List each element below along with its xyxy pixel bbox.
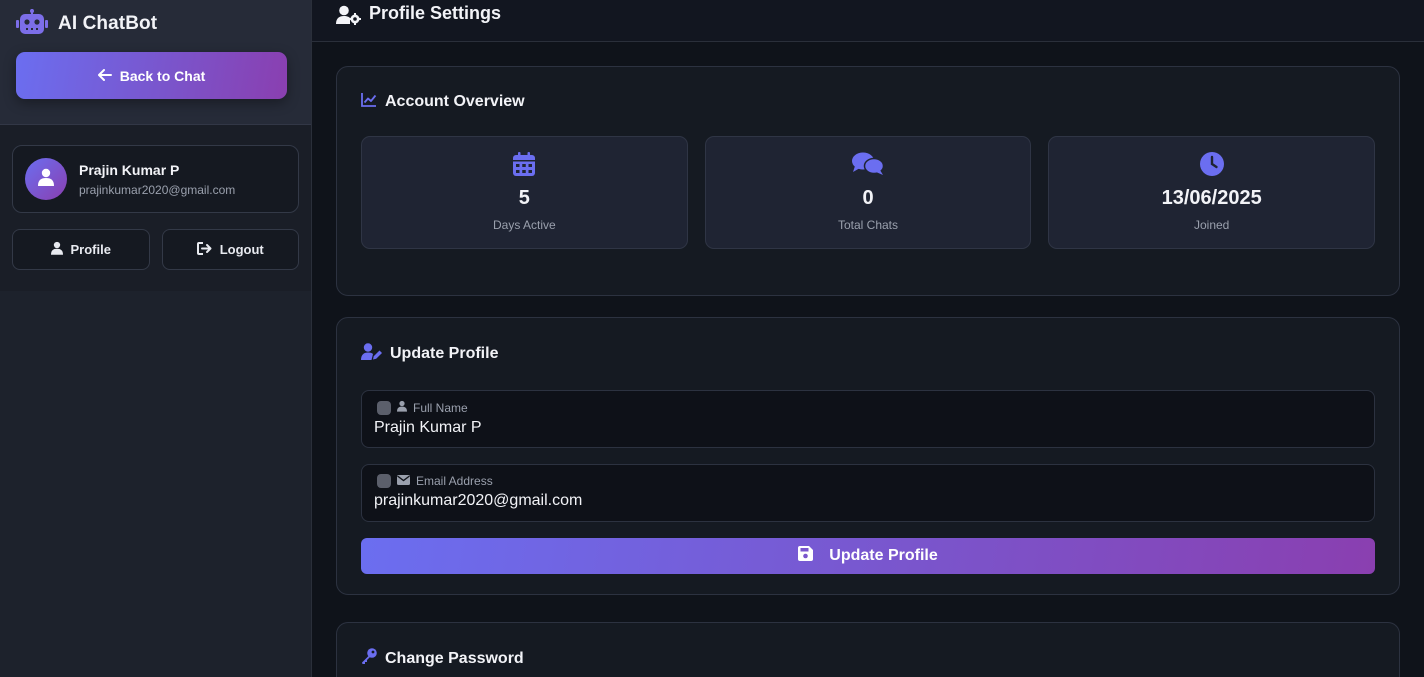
chart-line-icon [361, 92, 377, 112]
envelope-icon [397, 474, 410, 488]
sidebar-actions: Profile Logout [12, 229, 299, 270]
full-name-label-text: Full Name [413, 400, 468, 415]
user-gear-icon [336, 5, 361, 30]
email-input[interactable]: prajinkumar2020@gmail.com [374, 492, 1362, 510]
update-profile-button-label: Update Profile [829, 547, 938, 564]
field-indicator [377, 400, 391, 415]
field-indicator [377, 474, 391, 488]
user-name: Prajin Kumar P [79, 161, 180, 178]
back-to-chat-label: Back to Chat [119, 67, 206, 84]
full-name-label: Full Name [374, 400, 1362, 415]
logout-button[interactable]: Logout [161, 229, 299, 270]
avatar [25, 158, 67, 200]
stat-total-chats: 0 Total Chats [704, 136, 1032, 249]
sidebar-header: AI ChatBot Back to Chat [0, 0, 311, 125]
clock-icon [1199, 152, 1224, 181]
app-root: AI ChatBot Back to Chat Prajin Kumar P p… [0, 0, 1424, 677]
stat-label: Total Chats [837, 218, 899, 232]
robot-icon [16, 8, 48, 40]
user-icon [38, 168, 54, 191]
email-label: Email Address [374, 474, 1362, 488]
user-card: Prajin Kumar P prajinkumar2020@gmail.com [12, 145, 299, 213]
account-overview-title: Account Overview [361, 92, 1375, 112]
account-overview-title-text: Account Overview [385, 93, 525, 110]
app-title: AI ChatBot [58, 13, 158, 34]
brand: AI ChatBot [16, 8, 295, 40]
page-header: Profile Settings [312, 0, 1424, 42]
stat-joined: 13/06/2025 Joined [1048, 136, 1376, 249]
update-profile-card: Update Profile Full Name Prajin Kumar P [336, 317, 1400, 595]
stats-row: 5 Days Active 0 Total Chats 13/06/2025 J… [361, 136, 1376, 249]
save-icon [798, 546, 814, 566]
logout-icon [196, 241, 212, 258]
main-content: Profile Settings Account Overview 5 Days… [312, 0, 1424, 677]
profile-button[interactable]: Profile [12, 229, 150, 270]
user-icon [50, 241, 63, 258]
change-password-card: Change Password [336, 622, 1400, 677]
key-icon [361, 648, 377, 669]
back-to-chat-button[interactable]: Back to Chat [16, 52, 287, 99]
user-info: Prajin Kumar P prajinkumar2020@gmail.com [79, 162, 235, 197]
stat-days-active: 5 Days Active [361, 136, 688, 249]
sidebar-user-section: Prajin Kumar P prajinkumar2020@gmail.com… [0, 125, 311, 291]
update-profile-title-text: Update Profile [390, 345, 499, 362]
account-overview-card: Account Overview 5 Days Active 0 Total C… [336, 66, 1400, 296]
user-icon [397, 400, 407, 415]
sidebar: AI ChatBot Back to Chat Prajin Kumar P p… [0, 0, 312, 677]
arrow-left-icon [97, 68, 112, 84]
page-title: Profile Settings [369, 3, 502, 23]
full-name-field[interactable]: Full Name Prajin Kumar P [361, 390, 1375, 448]
change-password-title: Change Password [361, 648, 1375, 669]
stat-label: Days Active [492, 218, 556, 232]
profile-label: Profile [70, 242, 111, 257]
stat-value: 13/06/2025 [1161, 187, 1262, 209]
stat-value: 5 [518, 187, 530, 209]
change-password-title-text: Change Password [385, 649, 524, 667]
logout-label: Logout [219, 242, 264, 257]
stat-label: Joined [1193, 218, 1230, 232]
full-name-input[interactable]: Prajin Kumar P [374, 419, 1362, 437]
user-email: prajinkumar2020@gmail.com [79, 182, 236, 197]
chat-bubbles-icon [852, 152, 885, 181]
update-profile-title: Update Profile [361, 343, 1375, 365]
update-profile-button[interactable]: Update Profile [361, 538, 1375, 574]
email-field[interactable]: Email Address prajinkumar2020@gmail.com [361, 464, 1375, 522]
email-label-text: Email Address [416, 474, 493, 488]
stat-value: 0 [862, 187, 874, 209]
calendar-icon [513, 152, 536, 181]
user-edit-icon [361, 343, 382, 365]
